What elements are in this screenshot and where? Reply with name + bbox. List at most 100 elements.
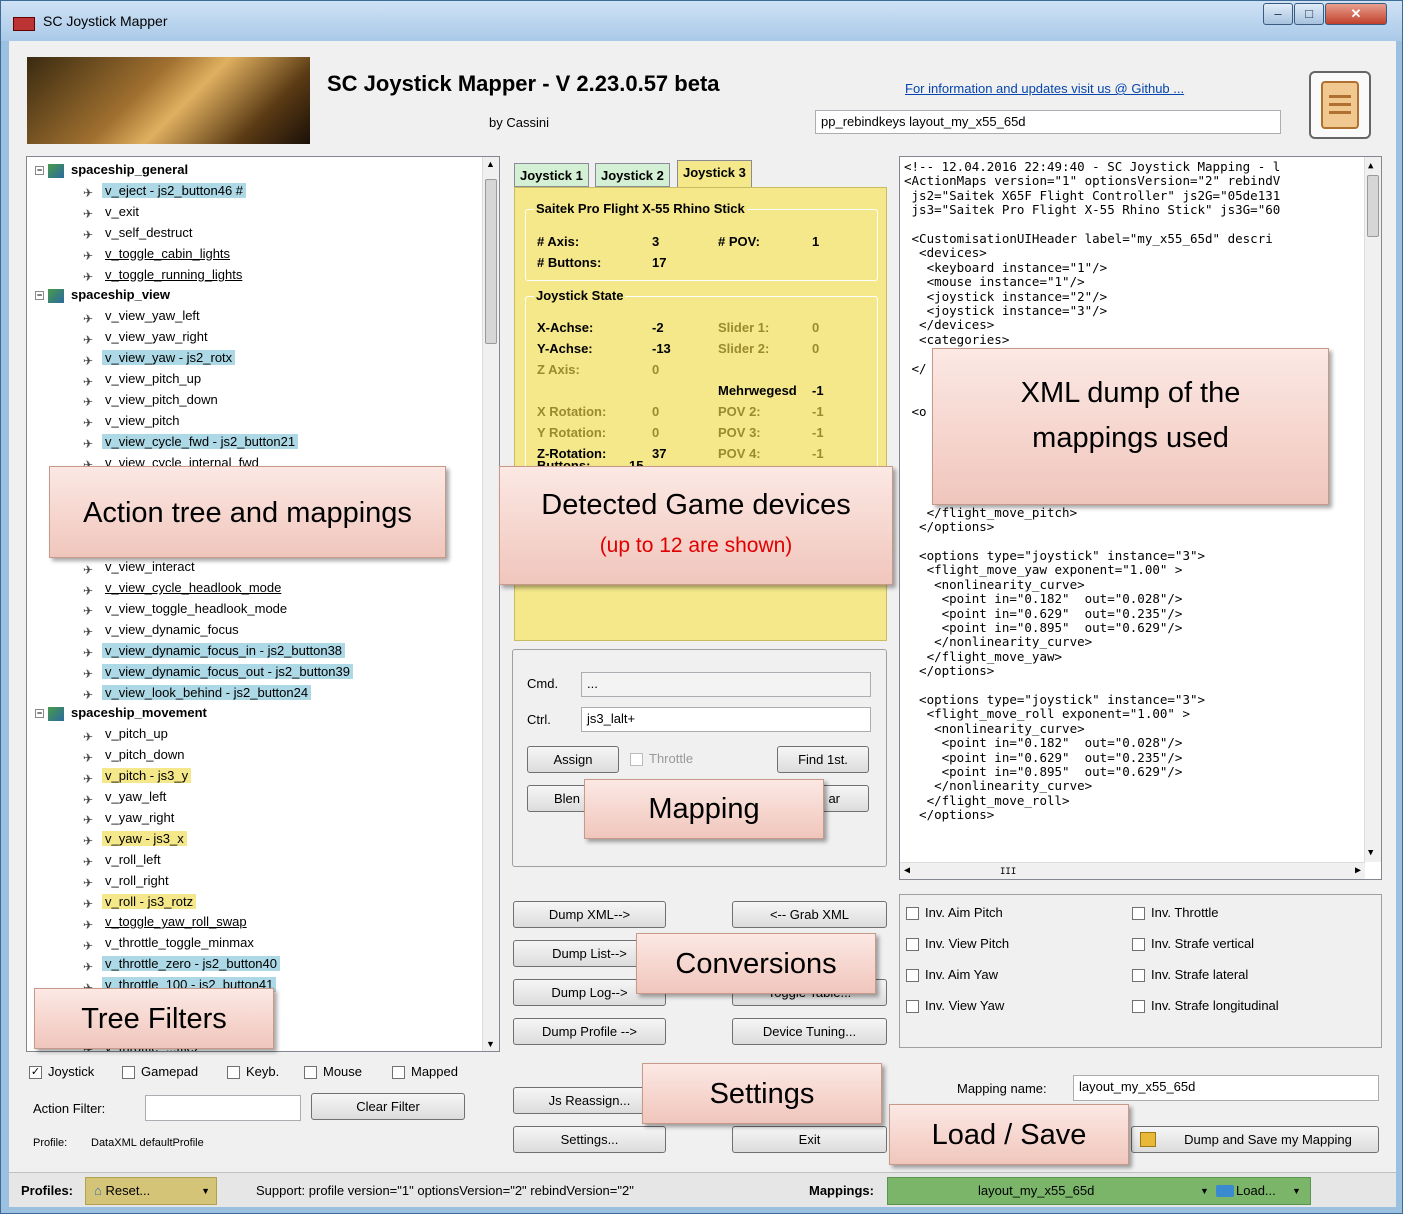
state-label: X-Achse: <box>537 320 594 335</box>
dump-profile-button[interactable]: Dump Profile --> <box>513 1018 666 1045</box>
rebind-textbox[interactable]: pp_rebindkeys layout_my_x55_65d <box>815 110 1281 134</box>
ctrl-field[interactable]: js3_lalt+ <box>581 707 871 732</box>
tree-item-label: v_toggle_running_lights <box>105 266 243 282</box>
clipboard-icon[interactable] <box>1309 71 1371 139</box>
tree-action[interactable]: ✈ v_view_yaw_right <box>83 328 211 348</box>
state-value: 0 <box>812 341 820 356</box>
tree-action[interactable]: ✈ v_view_cycle_fwd - js2_button21 <box>83 433 299 453</box>
xml-vscrollbar[interactable]: ▲ ▼ <box>1364 157 1381 862</box>
inv-view-yaw-checkbox[interactable]: Inv. View Yaw <box>906 998 1004 1014</box>
tree-scrollbar[interactable]: ▲ ▼ <box>482 157 499 1051</box>
tree-action[interactable]: ✈ v_view_dynamic_focus_in - js2_button38 <box>83 642 346 662</box>
action-filter-input[interactable] <box>145 1095 301 1121</box>
assign-button[interactable]: Assign <box>527 746 619 773</box>
tree-action[interactable]: ✈ v_pitch_up <box>83 725 171 745</box>
collapse-icon[interactable]: − <box>35 166 44 176</box>
tab-joystick-1[interactable]: Joystick 1 <box>514 163 589 187</box>
tree-group[interactable]: − spaceship_view <box>35 286 173 306</box>
reset-dropdown[interactable]: ⌂ Reset... ▼ <box>85 1177 217 1205</box>
tree-action[interactable]: ✈ v_view_look_behind - js2_button24 <box>83 684 312 704</box>
throttle-checkbox[interactable]: Throttle <box>630 751 693 767</box>
xml-dump-area[interactable]: <!-- 12.04.2016 22:49:40 - SC Joystick M… <box>899 156 1382 880</box>
tree-action[interactable]: ✈ v_view_toggle_headlook_mode <box>83 600 290 620</box>
load-label[interactable]: Load... <box>1236 1178 1276 1204</box>
collapse-icon[interactable]: − <box>35 291 44 301</box>
tree-group[interactable]: − spaceship_general <box>35 161 191 181</box>
cmd-label: Cmd. <box>527 676 559 691</box>
dump-xml-button[interactable]: Dump XML--> <box>513 901 666 928</box>
inv-strafe-lateral-checkbox[interactable]: Inv. Strafe lateral <box>1132 967 1248 983</box>
filter-keyb-checkbox[interactable]: Keyb. <box>227 1064 279 1080</box>
tree-item-label: v_toggle_yaw_roll_swap <box>105 914 247 930</box>
callout-tree-filters: Tree Filters <box>34 988 274 1049</box>
inv-view-pitch-checkbox[interactable]: Inv. View Pitch <box>906 936 1009 952</box>
exit-button[interactable]: Exit <box>732 1126 887 1153</box>
cmd-field[interactable]: ... <box>581 672 871 697</box>
grab-xml-button[interactable]: <-- Grab XML <box>732 901 887 928</box>
profile-value: DataXML defaultProfile <box>91 1137 204 1149</box>
tree-action[interactable]: ✈ v_toggle_running_lights <box>83 266 245 286</box>
minimize-button[interactable]: ‒ <box>1263 3 1293 25</box>
inv-throttle-checkbox[interactable]: Inv. Throttle <box>1132 905 1218 921</box>
state-label: Y-Achse: <box>537 341 593 356</box>
tree-action[interactable]: ✈ v_throttle_zero - js2_button40 <box>83 955 280 975</box>
find-first-button[interactable]: Find 1st. <box>777 746 869 773</box>
tree-action[interactable]: ✈ v_roll - js3_rotz <box>83 893 197 913</box>
callout-devices-title: Detected Game devices <box>541 489 851 521</box>
tree-action[interactable]: ✈ v_view_cycle_headlook_mode <box>83 579 284 599</box>
action-icon: ✈ <box>83 332 94 347</box>
tree-action[interactable]: ✈ v_view_dynamic_focus <box>83 621 242 641</box>
settings-button[interactable]: Settings... <box>513 1126 666 1153</box>
inv-aim-pitch-checkbox[interactable]: Inv. Aim Pitch <box>906 905 1003 921</box>
tree-action[interactable]: ✈ v_pitch_down <box>83 746 188 766</box>
action-tree[interactable]: − spaceship_general ✈ v_eject - js2_button4… <box>26 156 500 1052</box>
mapping-dropdown[interactable]: layout_my_x55_65d ▼ Load... ▼ <box>887 1177 1311 1205</box>
tree-action[interactable]: ✈ v_view_pitch_down <box>83 391 221 411</box>
collapse-icon[interactable]: − <box>35 709 44 719</box>
tree-action[interactable]: ✈ v_yaw - js3_x <box>83 830 187 850</box>
state-label: POV 4: <box>718 446 761 461</box>
tree-action[interactable]: ✈ v_yaw_left <box>83 788 169 808</box>
tree-action[interactable]: ✈ v_view_dynamic_focus_out - js2_button39 <box>83 663 353 683</box>
inv-strafe-longitudinal-checkbox[interactable]: Inv. Strafe longitudinal <box>1132 998 1279 1014</box>
mapping-name-input[interactable]: layout_my_x55_65d <box>1073 1075 1379 1101</box>
github-link[interactable]: For information and updates visit us @ G… <box>905 81 1184 96</box>
tree-action[interactable]: ✈ v_eject - js2_button46 # <box>83 182 247 202</box>
tree-action[interactable]: ✈ v_view_interact <box>83 558 198 578</box>
tree-action[interactable]: ✈ v_view_yaw - js2_rotx <box>83 349 236 369</box>
title-bar: SC Joystick Mapper ‒ □ ✕ <box>1 1 1402 41</box>
filter-gamepad-checkbox[interactable]: Gamepad <box>122 1064 198 1080</box>
tree-action[interactable]: ✈ v_toggle_yaw_roll_swap <box>83 913 250 933</box>
tree-action[interactable]: ✈ v_view_pitch_up <box>83 370 204 390</box>
inv-aim-yaw-checkbox[interactable]: Inv. Aim Yaw <box>906 967 998 983</box>
tree-group[interactable]: − spaceship_movement <box>35 704 210 724</box>
tab-joystick-3[interactable]: Joystick 3 <box>677 160 752 187</box>
tree-action[interactable]: ✈ v_pitch - js3_y <box>83 767 192 787</box>
state-label: Mehrwegesd <box>718 383 797 398</box>
dump-save-button[interactable]: Dump and Save my Mapping <box>1131 1126 1379 1153</box>
tree-item-label: v_view_cycle_fwd - js2_button21 <box>102 433 299 449</box>
tree-action[interactable]: ✈ v_exit <box>83 203 142 223</box>
clear-filter-button[interactable]: Clear Filter <box>311 1093 465 1120</box>
tree-action[interactable]: ✈ v_roll_left <box>83 851 164 871</box>
filter-mapped-checkbox[interactable]: Mapped <box>392 1064 458 1080</box>
tab-joystick-2[interactable]: Joystick 2 <box>595 163 670 187</box>
filter-mouse-checkbox[interactable]: Mouse <box>304 1064 362 1080</box>
close-button[interactable]: ✕ <box>1325 3 1387 25</box>
callout-devices-subtitle: (up to 12 are shown) <box>599 534 793 557</box>
tree-action[interactable]: ✈ v_throttle_toggle_minmax <box>83 934 257 954</box>
tree-action[interactable]: ✈ v_toggle_cabin_lights <box>83 245 233 265</box>
tree-action[interactable]: ✈ v_view_yaw_left <box>83 307 203 327</box>
tree-action[interactable]: ✈ v_roll_right <box>83 872 172 892</box>
filter-joystick-checkbox[interactable]: ✓ Joystick <box>29 1064 94 1080</box>
maximize-button[interactable]: □ <box>1294 3 1324 25</box>
state-value: 0 <box>652 362 660 377</box>
xml-hscrollbar[interactable]: ◀ III ▶ <box>900 862 1365 879</box>
tree-action[interactable]: ✈ v_yaw_right <box>83 809 177 829</box>
tree-action[interactable]: ✈ v_self_destruct <box>83 224 195 244</box>
tree-item-label: v_roll_left <box>105 851 161 867</box>
tree-action[interactable]: ✈ v_view_pitch <box>83 412 182 432</box>
inv-strafe-vertical-checkbox[interactable]: Inv. Strafe vertical <box>1132 936 1254 952</box>
app-icon <box>13 17 35 31</box>
device-tuning-button[interactable]: Device Tuning... <box>732 1018 887 1045</box>
